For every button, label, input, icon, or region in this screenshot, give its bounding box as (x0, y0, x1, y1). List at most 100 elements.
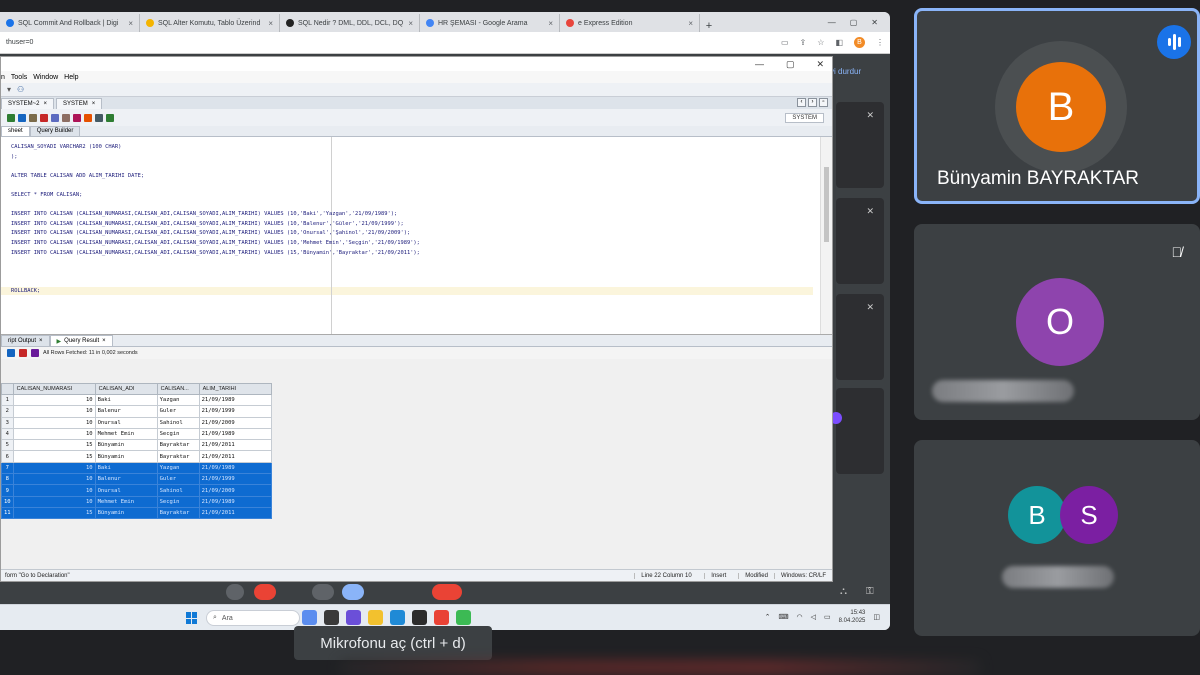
table-cell[interactable]: 15 (12, 439, 96, 452)
table-cell[interactable]: 21/09/1999 (198, 473, 272, 486)
meet-control[interactable] (342, 584, 364, 600)
sql-icon[interactable] (31, 349, 39, 357)
volume-icon[interactable]: ◁ (811, 613, 816, 621)
wifi-icon[interactable]: ◠ (797, 613, 803, 621)
browser-tab[interactable]: e Express Edition × (560, 14, 700, 32)
notification-icon[interactable]: ◫ (873, 613, 880, 621)
tab-query-result[interactable]: ▶ Query Result × (49, 335, 113, 346)
run-statement-icon[interactable] (7, 113, 15, 122)
connection-selector[interactable]: SYSTEM (785, 112, 824, 123)
chrome-icon[interactable] (434, 610, 449, 625)
row-number[interactable]: 11 (1, 506, 14, 520)
menu-item[interactable]: Help (64, 74, 78, 81)
row-number[interactable]: 8 (1, 473, 14, 486)
table-cell[interactable]: Baki (94, 393, 158, 407)
tab-script-output[interactable]: ript Output × (1, 335, 50, 346)
chevron-left-icon[interactable]: ‹ (797, 98, 806, 107)
tab-system[interactable]: SYSTEM × (56, 97, 103, 109)
explain-icon[interactable] (29, 113, 37, 122)
table-cell[interactable]: Mehmet Emin (94, 427, 158, 441)
table-cell[interactable]: Secgin (156, 495, 200, 508)
pause-share-link[interactable]: yi durdur (830, 67, 861, 76)
close-icon[interactable]: × (102, 338, 106, 344)
close-icon[interactable]: × (92, 101, 96, 107)
browser-tab[interactable]: SQL Nedir ? DML, DDL, DCL, DQ × (280, 14, 420, 32)
table-cell[interactable]: Balenur (94, 405, 158, 418)
table-cell[interactable]: 15 (12, 450, 96, 463)
autotrace-icon[interactable] (40, 113, 48, 122)
table-cell[interactable]: 21/09/2009 (198, 484, 272, 497)
run-script-icon[interactable] (18, 113, 26, 122)
table-row[interactable]: 7 10 Baki Yazgan 21/09/1989 (1, 461, 272, 475)
table-cell[interactable]: 10 (12, 427, 96, 441)
table-row[interactable]: 6 15 Bünyamin Bayraktar 21/09/2011 (1, 450, 272, 463)
result-grid[interactable]: CALISAN_NUMARASI CALISAN_ADI CALISAN... … (1, 383, 272, 520)
commit-icon[interactable] (51, 113, 59, 122)
table-cell[interactable]: Yazgan (156, 393, 200, 407)
close-icon[interactable]: ✕ (816, 59, 824, 70)
sidepanel-icon[interactable]: ◧ (835, 38, 843, 47)
meet-control[interactable] (254, 584, 276, 600)
close-icon[interactable]: × (688, 19, 693, 28)
profile-avatar[interactable]: B (854, 37, 865, 48)
new-tab-button[interactable]: + (700, 20, 718, 32)
edge-icon[interactable] (390, 610, 405, 625)
table-cell[interactable]: Guler (156, 473, 200, 486)
table-cell[interactable]: 10 (12, 473, 96, 486)
table-row[interactable]: 11 15 Bünyamin Bayraktar 21/09/2011 (1, 506, 272, 520)
participant-tile[interactable]: 🎙̸ O (914, 224, 1200, 420)
tab-system-2[interactable]: SYSTEM~2 × (1, 97, 55, 109)
table-cell[interactable]: 10 (12, 484, 96, 497)
table-cell[interactable]: 21/09/2011 (198, 506, 272, 520)
table-cell[interactable]: 10 (12, 461, 96, 475)
column-header[interactable]: CALISAN... (156, 383, 200, 395)
bookmark-star-icon[interactable]: ☆ (817, 38, 824, 47)
table-cell[interactable]: Sahinol (156, 416, 200, 429)
table-cell[interactable]: Bayraktar (156, 439, 200, 452)
table-cell[interactable]: 21/09/1989 (198, 393, 272, 407)
table-cell[interactable]: 10 (12, 495, 96, 508)
maximize-icon[interactable]: ▢ (850, 18, 858, 27)
table-cell[interactable]: 15 (12, 506, 96, 520)
kebab-menu-icon[interactable]: ⋮ (876, 38, 884, 47)
row-number[interactable]: 9 (1, 484, 14, 497)
close-icon[interactable]: × (408, 19, 413, 28)
table-cell[interactable]: Onursal (94, 484, 158, 497)
close-icon[interactable]: × (128, 19, 133, 28)
row-number[interactable]: 3 (1, 416, 14, 429)
format-icon[interactable] (73, 113, 81, 122)
row-number[interactable]: 4 (1, 427, 14, 441)
table-row[interactable]: 8 10 Balenur Guler 21/09/1999 (1, 473, 272, 486)
table-cell[interactable]: Onursal (94, 416, 158, 429)
url-text[interactable]: thuser=0 (6, 39, 33, 46)
row-number[interactable]: 5 (1, 439, 14, 452)
column-header[interactable]: ALIM_TARIHI (198, 383, 272, 395)
menu-item[interactable]: Window (33, 74, 58, 81)
editor-scrollbar[interactable] (820, 137, 832, 334)
browser-tab[interactable]: SQL Commit And Rollback | Digi × (0, 14, 140, 32)
table-cell[interactable]: Bayraktar (156, 450, 200, 463)
ime-icon[interactable]: ⌨ (778, 613, 788, 621)
meet-control[interactable] (226, 584, 244, 600)
tab-worksheet[interactable]: sheet (1, 126, 30, 136)
table-cell[interactable]: Bünyamin (94, 439, 158, 452)
app-icon[interactable] (324, 610, 339, 625)
participant-tile-group[interactable]: B S (914, 440, 1200, 636)
restore-icon[interactable]: ▫ (819, 98, 828, 107)
close-icon[interactable]: × (268, 19, 273, 28)
row-number[interactable]: 6 (1, 450, 14, 463)
clear-icon[interactable] (95, 113, 103, 122)
scroll-thumb[interactable] (824, 167, 829, 242)
table-row[interactable]: 10 10 Mehmet Emin Secgin 21/09/1989 (1, 495, 272, 508)
table-cell[interactable]: 21/09/2011 (198, 439, 272, 452)
table-cell[interactable]: 10 (12, 416, 96, 429)
browser-tab[interactable]: SQL Alter Komutu, Tablo Üzerind × (140, 14, 280, 32)
table-row[interactable]: 9 10 Onursal Sahinol 21/09/2009 (1, 484, 272, 497)
rollback-icon[interactable] (62, 113, 70, 122)
host-controls-icon[interactable]: ⚿ (866, 586, 874, 597)
table-cell[interactable]: 21/09/2009 (198, 416, 272, 429)
table-cell[interactable]: 21/09/1989 (198, 495, 272, 508)
row-number[interactable]: 2 (1, 405, 14, 418)
taskview-icon[interactable] (302, 610, 317, 625)
taskbar-clock[interactable]: 15:43 8.04.2025 (839, 609, 866, 625)
